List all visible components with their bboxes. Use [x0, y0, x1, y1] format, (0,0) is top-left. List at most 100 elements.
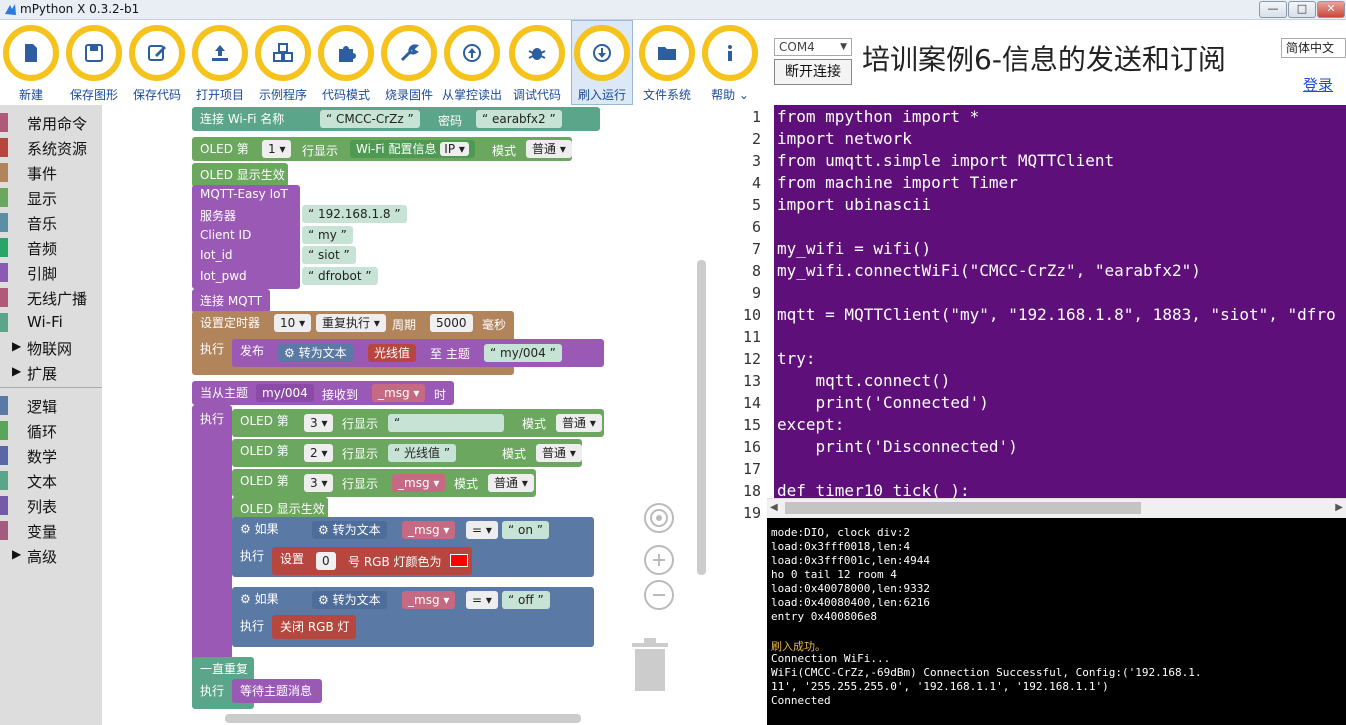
code-line: from machine import Timer: [777, 173, 1018, 192]
category-label: 变量: [27, 523, 58, 541]
category-pins[interactable]: 引脚: [0, 260, 102, 285]
category-wifi[interactable]: Wi-Fi: [0, 310, 102, 335]
subscribe-topic-field[interactable]: my/004: [256, 384, 314, 402]
rgb-off-block[interactable]: 关闭 RGB 灯: [272, 615, 356, 639]
msg-variable-select[interactable]: _msg ▾: [402, 521, 456, 539]
recenter-icon[interactable]: [644, 503, 674, 533]
code-editor[interactable]: from mpython import * import network fro…: [774, 105, 1346, 498]
iot-pwd-field[interactable]: “ dfrobot ”: [302, 267, 378, 285]
mode-select[interactable]: 普通 ▾: [536, 444, 582, 462]
line-number: 16: [742, 438, 761, 456]
operator-select[interactable]: = ▾: [466, 521, 498, 539]
msg-variable-select[interactable]: _msg ▾: [402, 591, 456, 609]
category-music[interactable]: 音乐: [0, 210, 102, 235]
line-select[interactable]: 2 ▾: [304, 444, 334, 462]
zoom-in-icon[interactable]: [644, 545, 674, 575]
ssid-field[interactable]: “ CMCC-CrZz ”: [320, 110, 420, 128]
line-select[interactable]: 1 ▾: [262, 140, 292, 158]
category-iot[interactable]: ▶ 物联网: [0, 335, 102, 360]
msg-variable-select[interactable]: _msg ▾: [372, 384, 426, 402]
close-button[interactable]: ✕: [1317, 1, 1345, 18]
line-number: 17: [742, 460, 761, 478]
examples-button[interactable]: 示例程序: [252, 20, 314, 105]
save-code-button[interactable]: 保存代码: [126, 20, 188, 105]
workspace-vertical-scrollbar[interactable]: [697, 260, 706, 575]
category-system[interactable]: 系统资源: [0, 135, 102, 160]
password-field[interactable]: “ earabfx2 ”: [476, 110, 562, 128]
disconnect-button[interactable]: 断开连接: [774, 59, 852, 85]
line-select[interactable]: 3 ▾: [304, 474, 334, 492]
file-system-button[interactable]: 文件系统: [636, 20, 698, 105]
mode-select[interactable]: 普通 ▾: [556, 414, 602, 432]
serial-console[interactable]: mode:DIO, clock div:2 load:0x3fff0018,le…: [767, 518, 1346, 725]
to-text-block[interactable]: ⚙ 转为文本: [312, 521, 387, 539]
category-audio[interactable]: 音频: [0, 235, 102, 260]
block-workspace[interactable]: 连接 Wi-Fi 名称 “ CMCC-CrZz ” 密码 “ earabfx2 …: [102, 105, 712, 725]
category-advanced[interactable]: ▶ 高级: [0, 543, 102, 568]
toolbar-label: 保存图形: [69, 88, 118, 102]
code-mode-button[interactable]: 代码模式: [315, 20, 377, 105]
save-graphic-button[interactable]: 保存图形: [63, 20, 125, 105]
color-swatch[interactable]: [450, 554, 468, 567]
to-text-block[interactable]: ⚙ 转为文本: [278, 344, 353, 362]
debug-code-button[interactable]: 调试代码: [506, 20, 568, 105]
to-text-block[interactable]: ⚙ 转为文本: [312, 591, 387, 609]
block-label: 等待主题消息: [240, 684, 313, 698]
open-project-button[interactable]: 打开项目: [189, 20, 251, 105]
category-color-bar: [0, 238, 8, 257]
publish-topic-field[interactable]: “ my/004 ”: [484, 344, 562, 362]
category-radio[interactable]: 无线广播: [0, 285, 102, 310]
operator-select[interactable]: = ▾: [466, 591, 498, 609]
server-label: 服务器: [200, 209, 237, 223]
oled-text-field[interactable]: “ 光线值 ”: [388, 444, 457, 462]
wait-message-block[interactable]: 等待主题消息: [232, 679, 322, 703]
category-text[interactable]: 文本: [0, 468, 102, 493]
login-link[interactable]: 登录: [1303, 74, 1333, 95]
category-events[interactable]: 事件: [0, 160, 102, 185]
language-select[interactable]: 简体中文: [1281, 38, 1346, 58]
category-logic[interactable]: 逻辑: [0, 393, 102, 418]
scroll-left-icon[interactable]: ◀: [770, 502, 778, 513]
category-common[interactable]: 常用命令: [0, 110, 102, 135]
led-index-field[interactable]: 0: [316, 552, 336, 570]
msg-variable-select[interactable]: _msg ▾: [392, 474, 446, 492]
period-field[interactable]: 5000: [430, 314, 473, 332]
compare-value-field[interactable]: “ on ”: [502, 521, 550, 539]
mode-select[interactable]: 普通 ▾: [526, 140, 572, 158]
zoom-out-icon[interactable]: [644, 580, 674, 610]
project-title[interactable]: 培训案例6-信息的发送和订阅: [862, 38, 1226, 78]
category-loops[interactable]: 循环: [0, 418, 102, 443]
category-variables[interactable]: 变量: [0, 518, 102, 543]
iot-id-field[interactable]: “ siot ”: [302, 246, 356, 264]
workspace-horizontal-scrollbar[interactable]: [225, 714, 581, 723]
ip-select[interactable]: IP ▾: [440, 142, 469, 156]
oled-text-field[interactable]: “: [388, 414, 504, 432]
oled-show-block[interactable]: OLED 显示生效: [192, 163, 288, 187]
scroll-right-icon[interactable]: ▶: [1335, 502, 1343, 513]
timer-number-select[interactable]: 10 ▾: [274, 314, 312, 332]
minimize-button[interactable]: —: [1259, 1, 1287, 18]
mode-select[interactable]: 普通 ▾: [488, 474, 534, 492]
category-math[interactable]: 数学: [0, 443, 102, 468]
new-button[interactable]: 新建: [0, 20, 62, 105]
repeat-select[interactable]: 重复执行 ▾: [316, 314, 386, 332]
code-scroll-thumb[interactable]: [785, 502, 1141, 514]
maximize-button[interactable]: □: [1288, 1, 1316, 18]
mqtt-connect-block[interactable]: 连接 MQTT: [192, 289, 270, 313]
light-value-block[interactable]: 光线值: [368, 344, 417, 362]
show-label: 行显示: [342, 447, 379, 461]
line-select[interactable]: 3 ▾: [304, 414, 334, 432]
compare-value-field[interactable]: “ off ”: [502, 591, 550, 609]
server-field[interactable]: “ 192.168.1.8 ”: [302, 205, 407, 223]
flash-firmware-button[interactable]: 烧录固件: [378, 20, 440, 105]
trash-icon[interactable]: [630, 637, 670, 693]
port-select[interactable]: COM4 ▼: [774, 38, 852, 56]
help-button[interactable]: 帮助 ⌄: [699, 20, 761, 105]
category-lists[interactable]: 列表: [0, 493, 102, 518]
category-display[interactable]: 显示: [0, 185, 102, 210]
client-id-field[interactable]: “ my ”: [302, 226, 353, 244]
category-extensions[interactable]: ▶ 扩展: [0, 360, 102, 385]
flash-run-button[interactable]: 刷入运行: [571, 20, 633, 105]
wifi-info-field[interactable]: Wi-Fi 配置信息 IP ▾: [350, 140, 475, 158]
read-from-board-button[interactable]: 从掌控读出: [441, 20, 503, 105]
